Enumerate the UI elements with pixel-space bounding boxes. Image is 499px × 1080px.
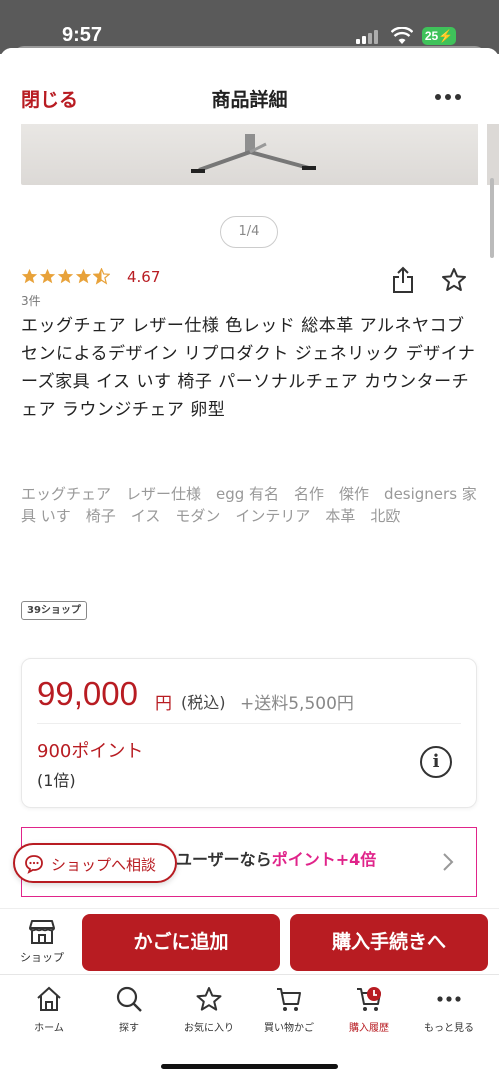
tab-more[interactable]: もっと見る: [409, 985, 489, 1041]
cart-icon: [277, 988, 301, 1011]
promo-highlight: ポイント+4倍: [271, 850, 377, 869]
product-tags: エッグチェア レザー仕様 egg 有名 名作 傑作 designers 家具 い…: [21, 485, 477, 525]
rating-stars[interactable]: 4.67: [21, 266, 160, 288]
product-image[interactable]: [21, 124, 478, 185]
image-pager: 1/4: [220, 216, 278, 248]
home-icon: [37, 986, 61, 1011]
next-image-peek: [487, 124, 499, 185]
header: 閉じる 商品詳細: [0, 48, 499, 124]
promo-text: ユーザーならポイント+4倍: [176, 846, 376, 870]
shop-label: ショップ: [20, 951, 64, 964]
product-detail-sheet: 閉じる 商品詳細 1/4 4.67 3件 エッグチェア レザー仕様 色レッド 総…: [0, 48, 499, 1080]
info-icon[interactable]: i: [420, 746, 452, 778]
tab-history[interactable]: 購入履歴: [329, 985, 409, 1041]
star-full-icon: [39, 268, 56, 284]
points-multiplier: (1倍): [37, 771, 76, 790]
star-full-icon: [57, 268, 74, 284]
star-half-icon: [93, 268, 110, 285]
home-indicator: [161, 1064, 338, 1069]
status-time: 9:57: [62, 24, 103, 46]
tab-label: 探す: [119, 1023, 139, 1034]
page-title: 商品詳細: [211, 89, 288, 111]
chevron-right-icon: [443, 853, 454, 871]
search-icon: [116, 986, 142, 1012]
storefront-icon: [29, 920, 55, 944]
tab-label: 購入履歴: [349, 1023, 389, 1034]
product-title: エッグチェア レザー仕様 色レッド 総本革 アルネヤコブセンによるデザイン リプ…: [21, 316, 476, 420]
wifi-icon: [391, 27, 413, 44]
shop-consult-button[interactable]: ショップへ相談: [13, 843, 177, 883]
chair-base-image: [191, 134, 316, 173]
shop-badge: 39ショップ: [21, 601, 87, 620]
cellular-signal-icon: [356, 30, 382, 44]
history-icon: [357, 987, 381, 1011]
tab-home[interactable]: ホーム: [9, 985, 89, 1041]
price-unit: 円: [155, 694, 172, 714]
promo-prefix: ユーザーなら: [176, 850, 272, 869]
star-icon: [196, 987, 222, 1011]
more-icon: [437, 996, 461, 1002]
add-to-cart-button[interactable]: かごに追加: [82, 914, 280, 971]
points-earned: 900ポイント: [37, 741, 144, 762]
shipping-fee: +送料5,500円: [240, 694, 354, 714]
tab-label: ホーム: [34, 1023, 64, 1034]
star-full-icon: [21, 268, 38, 284]
tab-search[interactable]: 探す: [89, 985, 169, 1041]
divider: [37, 723, 461, 724]
favorite-star-icon[interactable]: [441, 267, 467, 293]
price-amount: 99,000: [37, 675, 138, 712]
tab-label: もっと見る: [424, 1023, 474, 1034]
tab-cart[interactable]: 買い物かご: [249, 985, 329, 1041]
checkout-button[interactable]: 購入手続きへ: [290, 914, 488, 971]
more-options-button[interactable]: [435, 92, 463, 102]
battery-indicator: 25⚡: [422, 27, 456, 45]
shop-link[interactable]: ショップ: [14, 919, 70, 969]
star-full-icon: [75, 268, 92, 284]
purchase-action-bar: ショップ かごに追加 購入手続きへ: [0, 908, 499, 978]
share-icon[interactable]: [391, 266, 415, 294]
tab-label: お気に入り: [184, 1023, 234, 1034]
review-count[interactable]: 3件: [21, 292, 41, 309]
tab-favorites[interactable]: お気に入り: [169, 985, 249, 1041]
chat-bubble-icon: [25, 855, 43, 874]
tab-label: 買い物かご: [264, 1023, 314, 1034]
consult-label: ショップへ相談: [51, 856, 157, 874]
scrollbar[interactable]: [490, 178, 494, 258]
rating-value: 4.67: [127, 268, 161, 286]
tax-label: (税込): [181, 693, 226, 712]
price-card: 99,000 円 (税込) +送料5,500円 900ポイント (1倍) i: [21, 658, 477, 808]
